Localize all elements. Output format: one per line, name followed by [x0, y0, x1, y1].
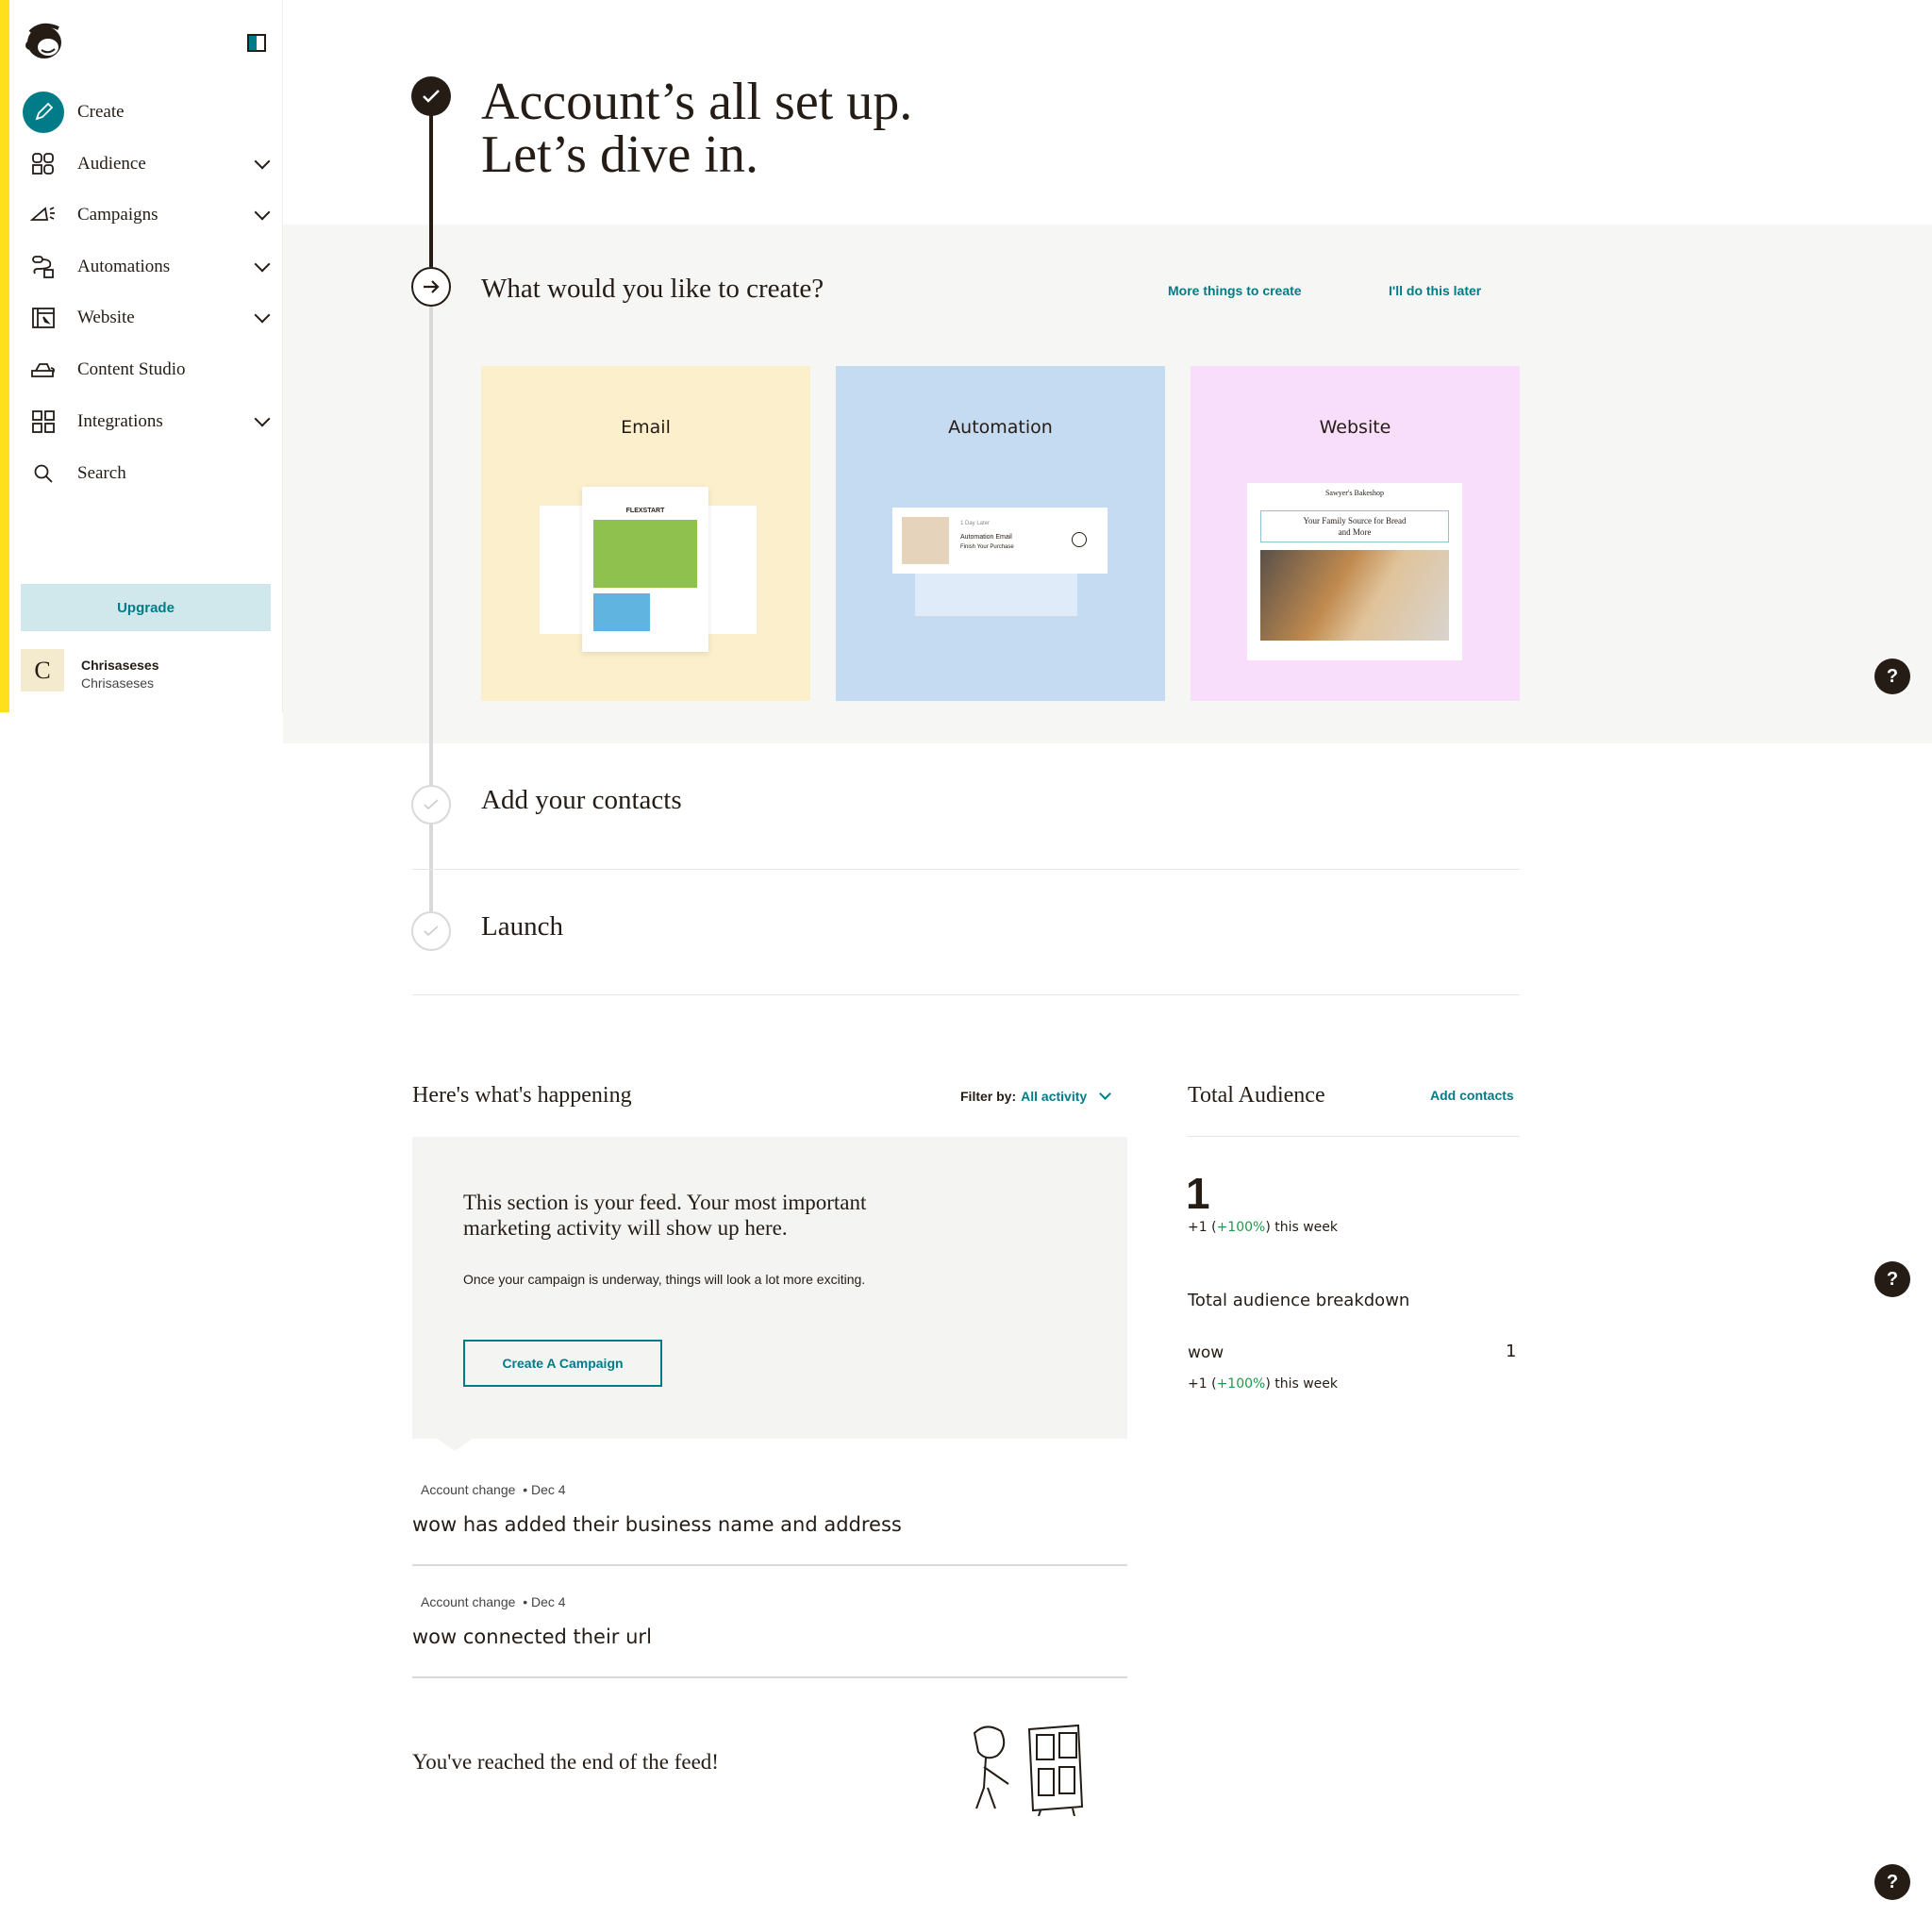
avatar[interactable]: C	[21, 649, 64, 692]
chevron-down-icon[interactable]	[254, 204, 271, 221]
sidebar-item-automations[interactable]: Automations	[23, 244, 277, 290]
chevron-down-icon[interactable]	[254, 410, 271, 427]
card-label: Automation	[948, 417, 1053, 438]
feed-intro-heading: This section is your feed. Your most imp…	[463, 1191, 867, 1240]
email-preview: FLEXSTART	[582, 487, 708, 652]
breakdown-audience-count: 1	[1506, 1342, 1517, 1361]
divider	[1188, 1136, 1520, 1137]
website-preview: Sawyer's Bakeshop Your Family Source for…	[1247, 483, 1462, 660]
sidebar-item-label: Integrations	[77, 411, 163, 431]
sidebar-item-create[interactable]: Create	[23, 90, 277, 135]
feed-intro-card: This section is your feed. Your most imp…	[412, 1137, 1127, 1439]
divider	[412, 994, 1520, 995]
step-title-launch[interactable]: Launch	[481, 911, 563, 942]
sidebar-item-label: Audience	[77, 154, 146, 174]
feed-item-text: wow has added their business name and ad…	[412, 1513, 902, 1536]
brand-strip	[0, 0, 9, 712]
automation-email-preview: 1 Day Later Automation Email Finish Your…	[892, 508, 1108, 574]
feed-filter-dropdown[interactable]: Filter by: All activity	[960, 1088, 1112, 1104]
sidebar-item-content-studio[interactable]: Content Studio	[23, 347, 277, 392]
step-title-add-contacts[interactable]: Add your contacts	[481, 785, 682, 816]
sidebar-item-campaigns[interactable]: Campaigns	[23, 192, 277, 238]
feed-end-text: You've reached the end of the feed!	[412, 1750, 719, 1774]
chevron-down-icon[interactable]	[1099, 1088, 1112, 1100]
more-things-link[interactable]: More things to create	[1168, 283, 1302, 298]
step-pending-check-icon	[411, 911, 451, 951]
feed-item-text: wow connected their url	[412, 1625, 652, 1648]
sidebar-item-label: Create	[77, 102, 125, 122]
chevron-down-icon[interactable]	[254, 256, 271, 273]
divider	[412, 1676, 1127, 1678]
create-campaign-button[interactable]: Create A Campaign	[463, 1340, 662, 1387]
profile-name[interactable]: Chrisaseses	[81, 658, 159, 673]
create-step-title: What would you like to create?	[481, 274, 824, 304]
sidebar-item-website[interactable]: Website	[23, 295, 277, 341]
sidebar-item-label: Search	[77, 463, 126, 483]
search-icon	[23, 453, 64, 494]
progress-track-complete	[429, 111, 433, 267]
pencil-icon	[23, 92, 64, 133]
total-audience-title: Total Audience	[1188, 1083, 1325, 1108]
breakdown-title: Total audience breakdown	[1188, 1291, 1410, 1310]
feed-card-notch	[436, 1438, 474, 1451]
content-studio-icon	[23, 349, 64, 391]
grid-icon	[23, 401, 64, 442]
sidebar-item-integrations[interactable]: Integrations	[23, 399, 277, 444]
filter-value[interactable]: All activity	[1021, 1089, 1087, 1104]
profile-account: Chrisaseses	[81, 675, 155, 691]
sidebar-item-label: Content Studio	[77, 359, 186, 379]
filter-label: Filter by:	[960, 1089, 1017, 1104]
sidebar-item-label: Campaigns	[77, 205, 158, 225]
progress-track-pending	[429, 302, 433, 925]
sidebar: Create Audience Campaigns Automations We…	[9, 0, 283, 712]
chevron-down-icon[interactable]	[254, 307, 271, 324]
upgrade-button[interactable]: Upgrade	[21, 584, 271, 631]
mailchimp-logo[interactable]	[23, 19, 66, 67]
breakdown-audience-name[interactable]: wow	[1188, 1343, 1224, 1362]
automation-icon	[23, 246, 64, 288]
feed-intro-body: Once your campaign is underway, things w…	[463, 1272, 866, 1287]
feed-item-meta: Account change • Dec 4	[421, 1482, 566, 1497]
clock-icon	[1072, 532, 1087, 547]
sidebar-item-audience[interactable]: Audience	[23, 142, 277, 187]
megaphone-icon	[23, 194, 64, 236]
help-button[interactable]: ?	[1874, 1864, 1910, 1900]
step-complete-check-icon	[411, 76, 451, 116]
card-label: Website	[1319, 417, 1391, 438]
total-audience-count: 1	[1186, 1169, 1210, 1218]
chevron-down-icon[interactable]	[254, 153, 271, 170]
create-email-card[interactable]: Email FLEXSTART	[481, 366, 810, 701]
create-website-card[interactable]: Website Sawyer's Bakeshop Your Family So…	[1191, 366, 1520, 701]
step-pending-check-icon	[411, 785, 451, 825]
card-label: Email	[621, 417, 671, 438]
divider	[412, 1564, 1127, 1566]
sidebar-item-label: Website	[77, 308, 135, 327]
sidebar-item-search[interactable]: Search	[23, 451, 277, 496]
feed-title: Here's what's happening	[412, 1083, 632, 1108]
page-title: Account’s all set up. Let’s dive in.	[481, 73, 913, 184]
website-icon	[23, 297, 64, 339]
help-button[interactable]: ?	[1874, 658, 1910, 694]
automation-step-preview	[915, 569, 1077, 616]
sidebar-item-label: Automations	[77, 257, 171, 276]
step-current-arrow-icon	[411, 267, 451, 307]
sidebar-collapse-toggle[interactable]	[247, 34, 266, 52]
feed-item-meta: Account change • Dec 4	[421, 1594, 566, 1609]
divider	[412, 869, 1520, 870]
do-later-link[interactable]: I'll do this later	[1389, 283, 1481, 298]
help-button[interactable]: ?	[1874, 1261, 1910, 1297]
breakdown-change: +1 (+100%) this week	[1188, 1376, 1339, 1392]
add-contacts-link[interactable]: Add contacts	[1430, 1088, 1514, 1103]
audience-icon	[23, 143, 64, 185]
audience-change: +1 (+100%) this week	[1188, 1220, 1339, 1235]
create-automation-card[interactable]: Automation 1 Day Later Automation Email …	[836, 366, 1165, 701]
freddie-door-illustration	[967, 1722, 1104, 1821]
